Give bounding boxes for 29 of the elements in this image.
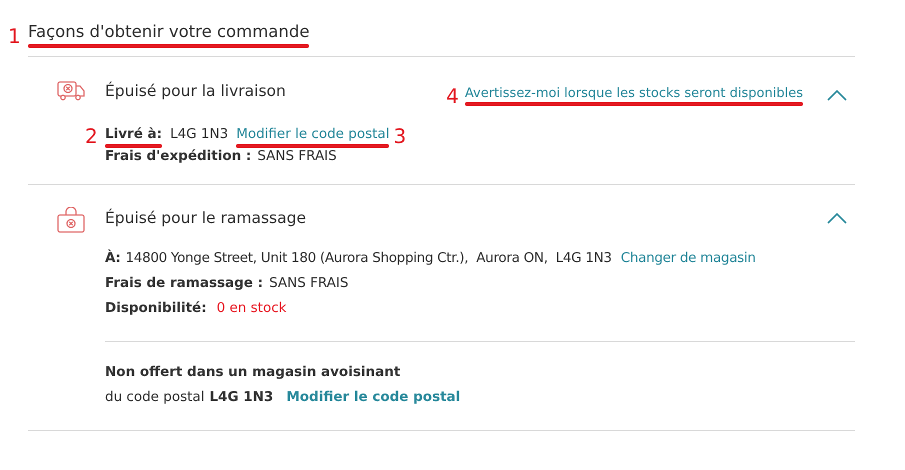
store-label: À: [105, 248, 120, 268]
stock-status: 0 en stock [216, 299, 286, 318]
postal-code-prefix: du code postal [105, 388, 204, 407]
annotation-number: 4 [446, 83, 459, 106]
availability-label: Disponibilité: [105, 299, 207, 318]
ship-to-label: Livré à: [105, 125, 162, 144]
postal-code: L4G 1N3 [170, 125, 228, 144]
change-postal-link[interactable]: Modifier le code postal [236, 124, 390, 144]
nearby-store-notice: Non offert dans un magasin avoisinant [105, 363, 402, 382]
delivery-title: Épuisé pour la livraison [105, 80, 286, 102]
annotation-underline [105, 144, 162, 148]
bag-icon [57, 206, 85, 233]
change-store-link[interactable]: Changer de magasin [620, 246, 756, 271]
annotation-number: 1 [8, 26, 22, 48]
pickup-title: Épuisé pour le ramassage [105, 208, 306, 229]
annotation-number: 2 [85, 124, 99, 146]
notify-link[interactable]: Avertissez-moi lorsque les stocks seront disponibles [464, 78, 803, 104]
shipping-fee-value: SANS FRAIS [257, 146, 337, 166]
pickup-fee-value: SANS FRAIS [269, 274, 348, 293]
change-postal-link[interactable]: Modifier le code postal [286, 385, 460, 410]
chevron-up-icon[interactable] [827, 212, 847, 224]
annotation-number: 3 [393, 124, 406, 146]
truck-icon [57, 78, 85, 101]
chevron-up-icon[interactable] [827, 90, 847, 100]
store-address: 14800 Yonge Street, Unit 180 (Aurora Shopping Ctr.), Aurora ON, L4G 1N3 [126, 249, 612, 268]
pickup-fee-label: Frais de ramassage : [105, 274, 264, 293]
section-heading: Façons d'obtenir votre commande [28, 21, 310, 43]
shipping-fee-label: Frais d'expédition : [105, 146, 252, 166]
postal-code: L4G 1N3 [209, 388, 274, 407]
